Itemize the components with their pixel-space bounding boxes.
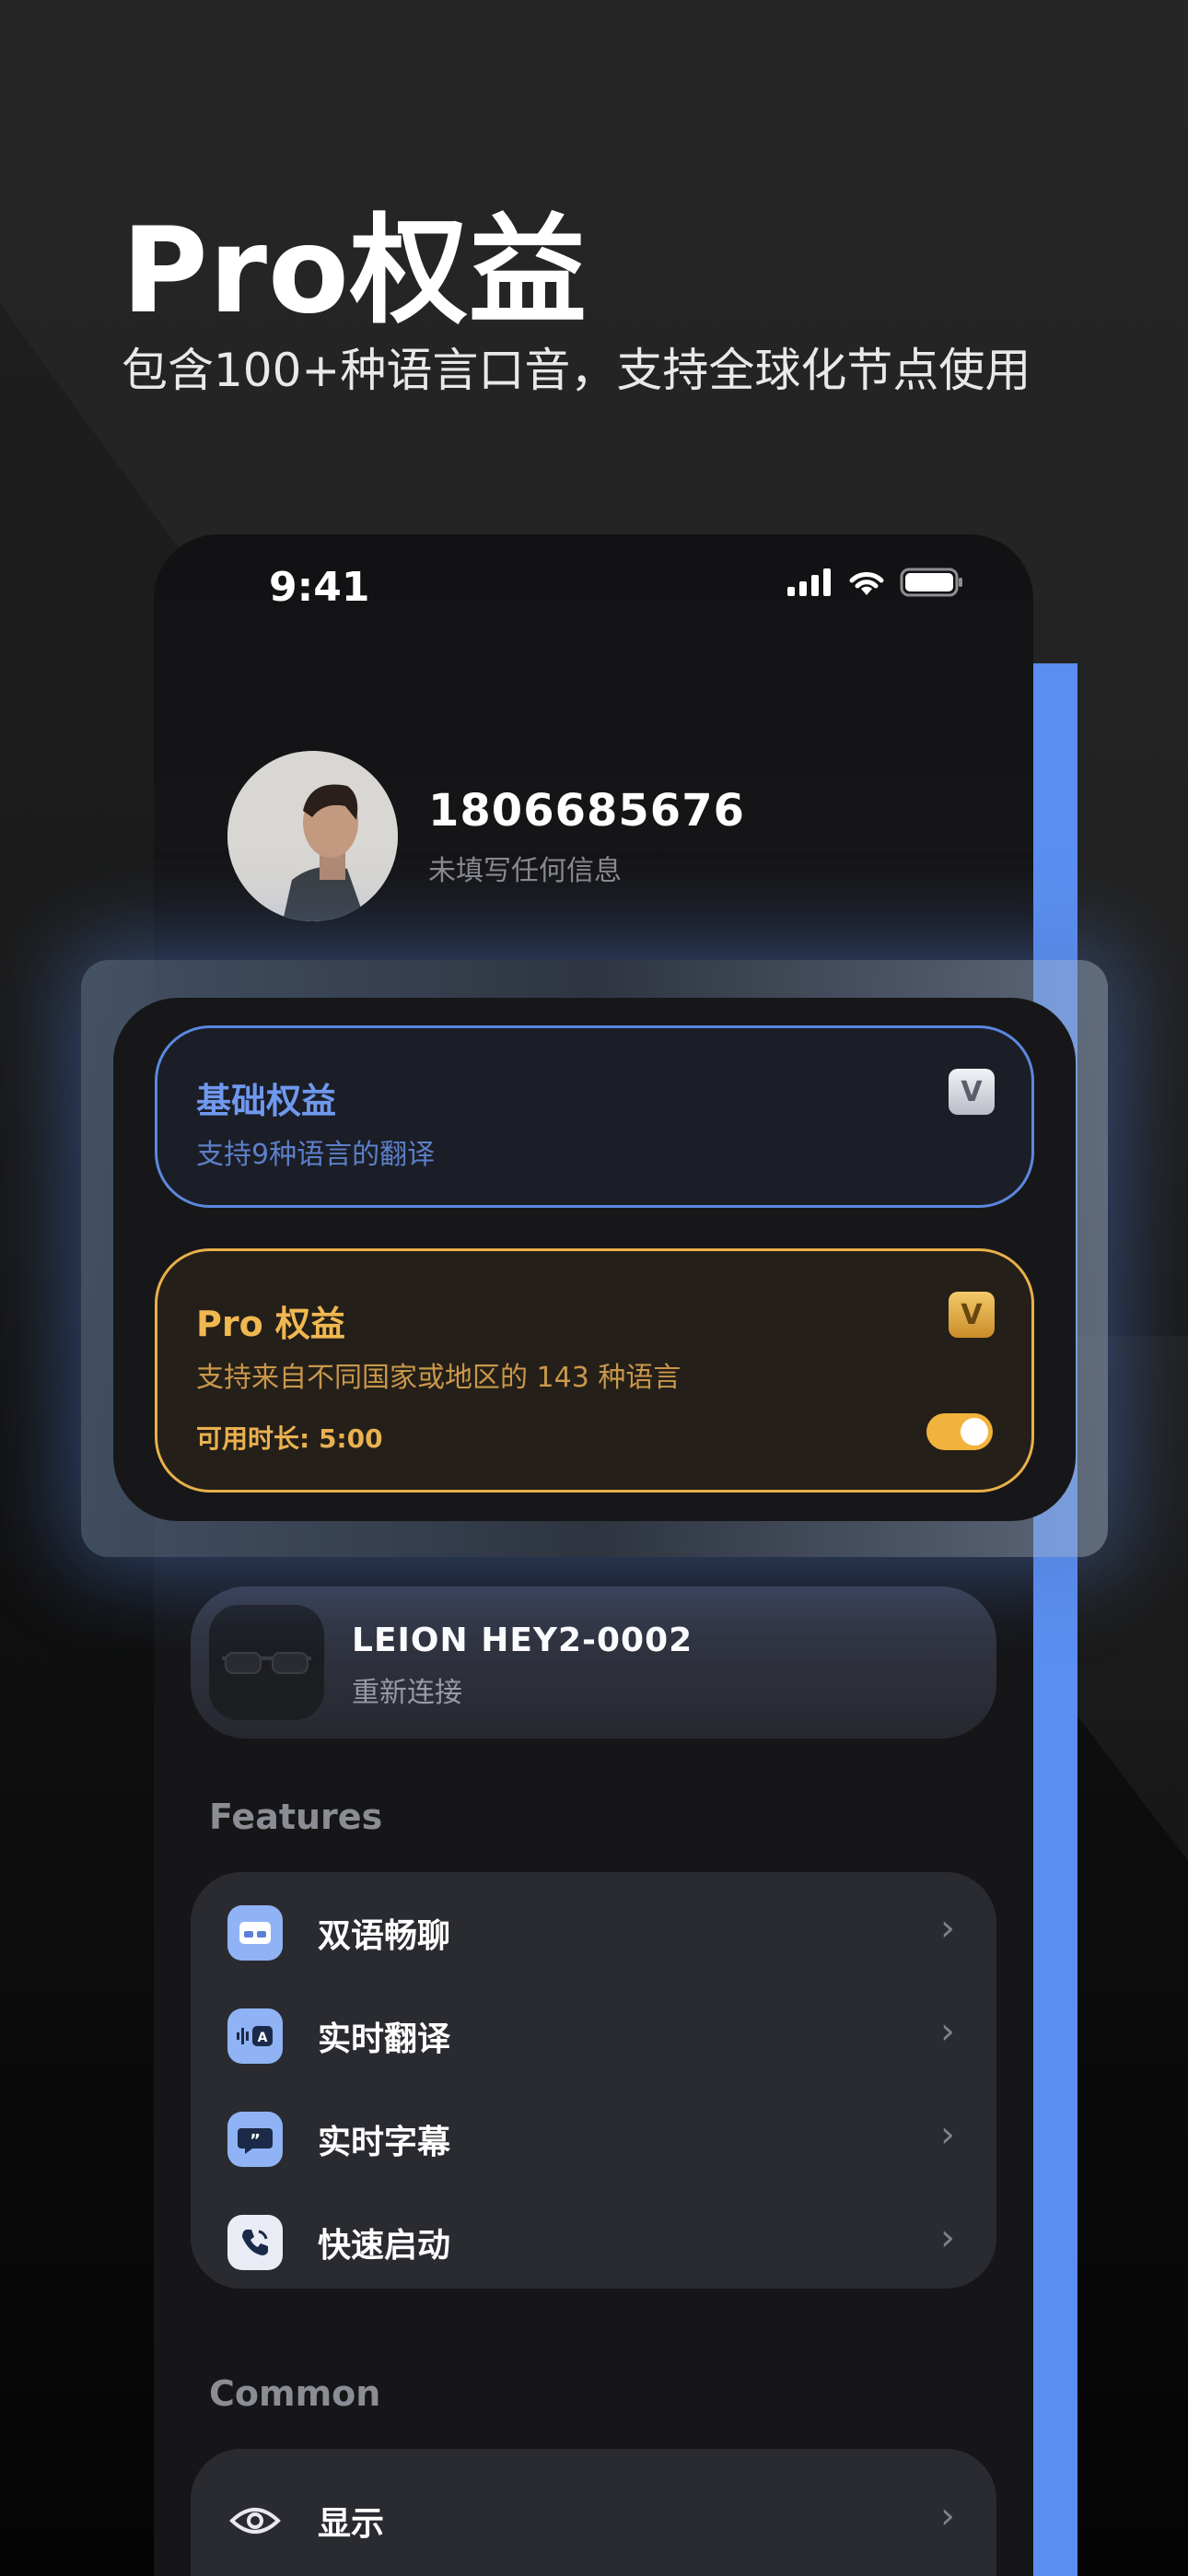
- feature-label: 双语畅聊: [318, 1917, 451, 1955]
- device-thumbnail: [209, 1605, 324, 1720]
- glasses-icon: [222, 1652, 311, 1674]
- signal-icon: [787, 568, 831, 596]
- basic-rights-card[interactable]: 基础权益 支持9种语言的翻译 V: [155, 1025, 1034, 1208]
- rights-panel: 基础权益 支持9种语言的翻译 V Pro 权益 支持来自不同国家或地区的 143…: [113, 998, 1076, 1521]
- pro-rights-card[interactable]: Pro 权益 支持来自不同国家或地区的 143 种语言 可用时长: 5:00 V: [155, 1248, 1034, 1493]
- feature-label: 实时字幕: [318, 2124, 451, 2161]
- chevron-right-icon: ›: [940, 2113, 955, 2156]
- profile-phone: 1806685676: [428, 785, 745, 837]
- silver-v-badge-icon: V: [949, 1069, 995, 1115]
- pro-rights-desc: 支持来自不同国家或地区的 143 种语言: [196, 1362, 681, 1394]
- feature-item-quick-start[interactable]: 快速启动 ›: [191, 2189, 996, 2290]
- feature-label: 实时翻译: [318, 2020, 451, 2058]
- eye-icon: [227, 2493, 283, 2548]
- battery-icon: [900, 568, 962, 597]
- profile-subtitle: 未填写任何信息: [428, 855, 622, 887]
- features-section-title: Features: [209, 1797, 383, 1837]
- common-list: 显示 ›: [191, 2449, 996, 2576]
- status-icons: [787, 568, 964, 597]
- device-card[interactable]: LEION HEY2-0002 重新连接: [191, 1587, 996, 1739]
- avatar[interactable]: [227, 751, 398, 921]
- common-label: 显示: [318, 2505, 385, 2543]
- features-list: 双语畅聊 › A 实时翻译 › ” 实时字幕 › 快速启动 ›: [191, 1872, 996, 2289]
- pro-available-time: 可用时长: 5:00: [196, 1423, 383, 1454]
- chevron-right-icon: ›: [940, 2217, 955, 2259]
- avatar-portrait-icon: [227, 751, 398, 921]
- chat-glasses-icon: [227, 1905, 283, 1961]
- common-section-title: Common: [209, 2373, 381, 2414]
- chevron-right-icon: ›: [940, 2495, 955, 2537]
- subtitle-quote-icon: ”: [227, 2112, 283, 2167]
- page-title: Pro权益: [122, 203, 588, 340]
- feature-item-realtime-translate[interactable]: A 实时翻译 ›: [191, 1983, 996, 2084]
- page-subtitle: 包含100+种语言口音，支持全球化节点使用: [122, 344, 1031, 397]
- svg-text:”: ”: [250, 2131, 261, 2150]
- feature-label: 快速启动: [318, 2227, 451, 2265]
- reconnect-link[interactable]: 重新连接: [352, 1669, 462, 1710]
- audio-translate-icon: A: [227, 2008, 283, 2064]
- feature-item-realtime-subtitle[interactable]: ” 实时字幕 ›: [191, 2086, 996, 2187]
- svg-text:A: A: [258, 2031, 268, 2045]
- gold-v-badge-icon: V: [949, 1292, 995, 1338]
- status-time: 9:41: [269, 564, 370, 611]
- phone-call-icon: [227, 2215, 283, 2270]
- device-name: LEION HEY2-0002: [352, 1622, 693, 1659]
- chevron-right-icon: ›: [940, 2010, 955, 2053]
- common-item-display[interactable]: 显示 ›: [191, 2467, 996, 2569]
- wifi-icon: [849, 572, 884, 595]
- pro-toggle[interactable]: [926, 1413, 993, 1450]
- pro-rights-title: Pro 权益: [196, 1304, 345, 1344]
- toggle-knob: [961, 1418, 988, 1446]
- feature-item-bilingual-chat[interactable]: 双语畅聊 ›: [191, 1879, 996, 1981]
- basic-rights-desc: 支持9种语言的翻译: [196, 1139, 436, 1171]
- chevron-right-icon: ›: [940, 1907, 955, 1950]
- basic-rights-title: 基础权益: [196, 1081, 337, 1121]
